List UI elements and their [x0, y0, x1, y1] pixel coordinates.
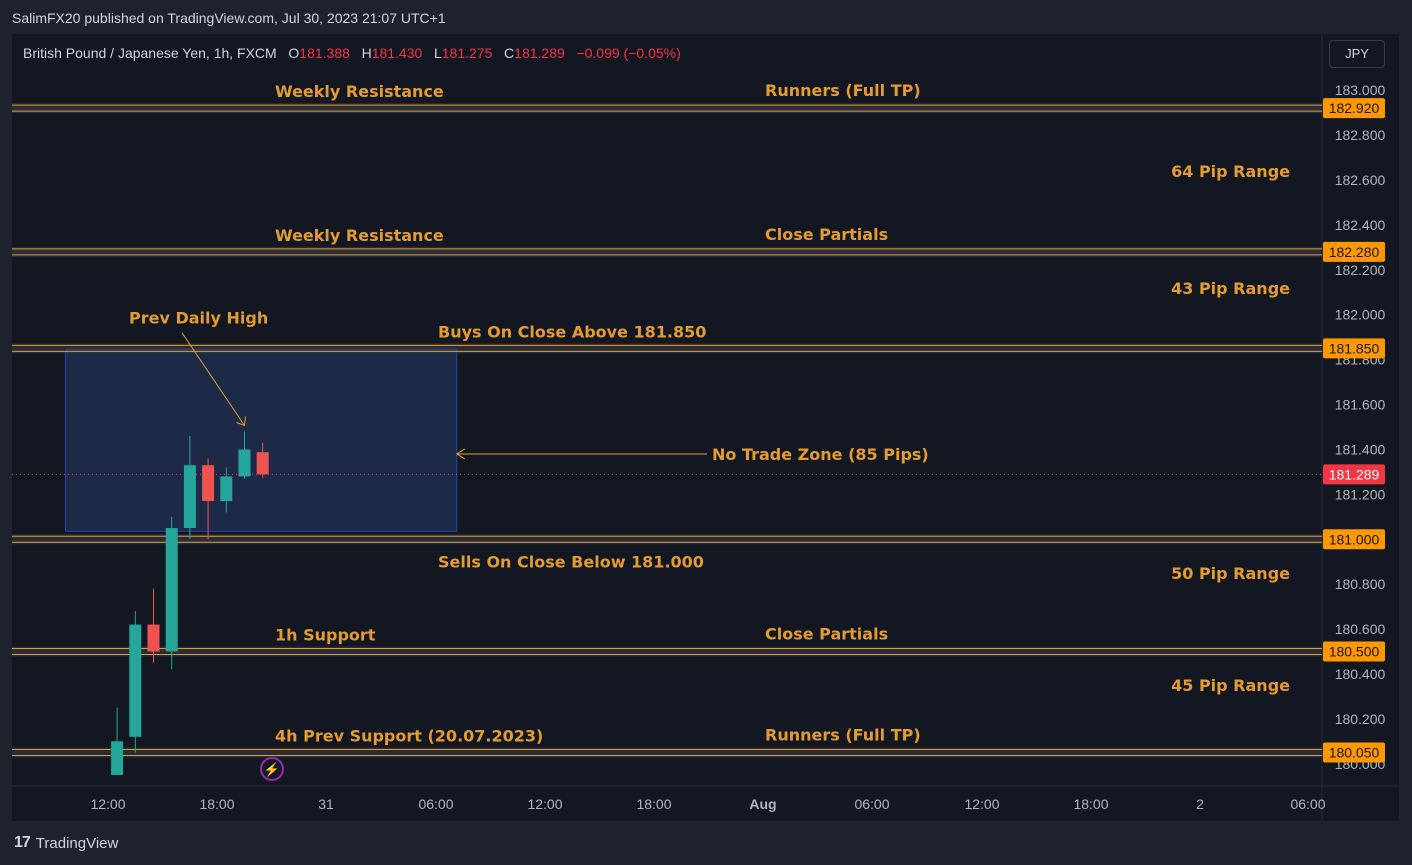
x-tick-label: 12:00: [527, 796, 562, 812]
x-tick-label: 18:00: [636, 796, 671, 812]
currency-button[interactable]: JPY: [1329, 40, 1385, 68]
y-tick-label: 181.200: [1335, 486, 1386, 502]
level-price-tag: 180.050: [1323, 742, 1385, 763]
level-label-right: Close Partials: [765, 225, 888, 244]
x-tick-label: 12:00: [964, 796, 999, 812]
last-price-tag-text: 181.289: [1329, 466, 1380, 482]
level-price-tag: 180.500: [1323, 641, 1385, 662]
level-label-left: Buys On Close Above 181.850: [438, 322, 706, 341]
close-value: 181.289: [514, 45, 565, 61]
y-tick-label: 182.000: [1335, 307, 1386, 323]
level-label-right: Runners (Full TP): [765, 81, 921, 100]
y-tick-label: 180.800: [1335, 576, 1386, 592]
level-label-left: 4h Prev Support (20.07.2023): [275, 727, 543, 746]
alert-marker-icon: ⚡: [260, 757, 284, 781]
y-tick-label: 182.800: [1335, 127, 1386, 143]
open-value: 181.388: [299, 45, 350, 61]
low-label: L: [433, 45, 442, 61]
y-tick-label: 182.400: [1335, 217, 1386, 233]
level-tag-text: 181.000: [1329, 531, 1380, 547]
candle-body: [256, 452, 269, 475]
level-label-left: 1h Support: [275, 626, 376, 645]
x-tick-label: 2: [1196, 796, 1204, 812]
level-price-tag: 181.850: [1323, 338, 1385, 359]
symbol-legend: British Pound / Japanese Yen, 1h, FXCM O…: [23, 45, 681, 61]
range-label: 64 Pip Range: [1171, 162, 1290, 181]
chart-panel[interactable]: Weekly Resistance Runners (Full TP) Weekly…: [12, 34, 1399, 821]
candle-body: [202, 465, 215, 502]
candle-body: [220, 476, 233, 502]
level-label-left: Weekly Resistance: [275, 226, 444, 245]
level-line-5: 4h Prev Support (20.07.2023) Runners (Ful…: [12, 726, 1322, 758]
level-price-tag: 182.280: [1323, 241, 1385, 262]
change-value: −0.099 (−0.05%): [576, 45, 681, 61]
level-label-left: Sells On Close Below 181.000: [438, 552, 704, 571]
level-tag-text: 181.850: [1329, 340, 1380, 356]
candlestick-chart[interactable]: Weekly Resistance Runners (Full TP)Weekly…: [12, 34, 1399, 821]
high-value: 181.430: [371, 45, 423, 61]
candle-body: [129, 624, 142, 737]
level-tag-text: 180.050: [1329, 745, 1380, 761]
y-tick-label: 181.600: [1335, 397, 1386, 413]
level-line-4: 1h Support Close Partials: [12, 625, 1322, 657]
low-value: 181.275: [441, 45, 493, 61]
level-price-tag: 182.920: [1323, 98, 1385, 119]
candle-body: [183, 465, 196, 529]
range-label: 45 Pip Range: [1171, 676, 1290, 695]
candle-body: [165, 528, 178, 652]
tradingview-brand: TradingView: [35, 834, 119, 852]
level-line-0: Weekly Resistance Runners (Full TP): [12, 81, 1322, 114]
x-tick-label: 06:00: [418, 796, 453, 812]
tradingview-mark-icon: 17: [14, 834, 31, 851]
level-line-1: Weekly Resistance Close Partials: [12, 225, 1322, 257]
level-label-left: Weekly Resistance: [275, 82, 444, 101]
close-label: C: [504, 45, 515, 61]
level-label-right: Runners (Full TP): [765, 726, 921, 745]
high-label: H: [361, 45, 372, 61]
tradingview-logo[interactable]: 17 TradingView: [14, 834, 118, 852]
y-tick-label: 180.400: [1335, 666, 1386, 682]
y-tick-label: 182.200: [1335, 262, 1386, 278]
x-tick-label: 31: [318, 796, 334, 812]
level-line-3: Sells On Close Below 181.000: [12, 534, 1322, 571]
x-tick-label: 18:00: [1073, 796, 1108, 812]
zone-label: No Trade Zone (85 Pips): [712, 445, 929, 464]
candle-body: [238, 449, 251, 477]
y-tick-label: 181.400: [1335, 441, 1386, 457]
symbol-name: British Pound / Japanese Yen, 1h, FXCM: [23, 45, 277, 61]
x-tick-label: Aug: [749, 796, 776, 812]
y-tick-label: 182.600: [1335, 172, 1386, 188]
candle-3: [165, 516, 178, 670]
level-price-tag: 181.000: [1323, 529, 1385, 550]
level-label-right: Close Partials: [765, 625, 888, 644]
x-tick-label: 06:00: [854, 796, 889, 812]
x-tick-label: 18:00: [199, 796, 234, 812]
candle-1: [129, 611, 142, 753]
y-tick-label: 180.200: [1335, 711, 1386, 727]
candle-body: [111, 741, 124, 775]
y-tick-label: 183.000: [1335, 82, 1386, 98]
y-tick-label: 180.600: [1335, 621, 1386, 637]
level-tag-text: 180.500: [1329, 644, 1380, 660]
callout-label: Prev Daily High: [129, 309, 268, 328]
no-trade-zone: [65, 348, 458, 532]
level-tag-text: 182.280: [1329, 244, 1380, 260]
range-label: 50 Pip Range: [1171, 564, 1290, 583]
candle-0: [111, 707, 124, 775]
last-price-tag: 181.289: [1323, 464, 1385, 485]
x-tick-label: 06:00: [1290, 796, 1325, 812]
x-tick-label: 12:00: [90, 796, 125, 812]
open-label: O: [288, 45, 300, 61]
candle-body: [147, 624, 160, 652]
publisher-line: SalimFX20 published on TradingView.com, …: [12, 10, 446, 26]
alert-marker-glyph: ⚡: [264, 762, 280, 778]
range-label: 43 Pip Range: [1171, 279, 1290, 298]
level-tag-text: 182.920: [1329, 100, 1380, 116]
